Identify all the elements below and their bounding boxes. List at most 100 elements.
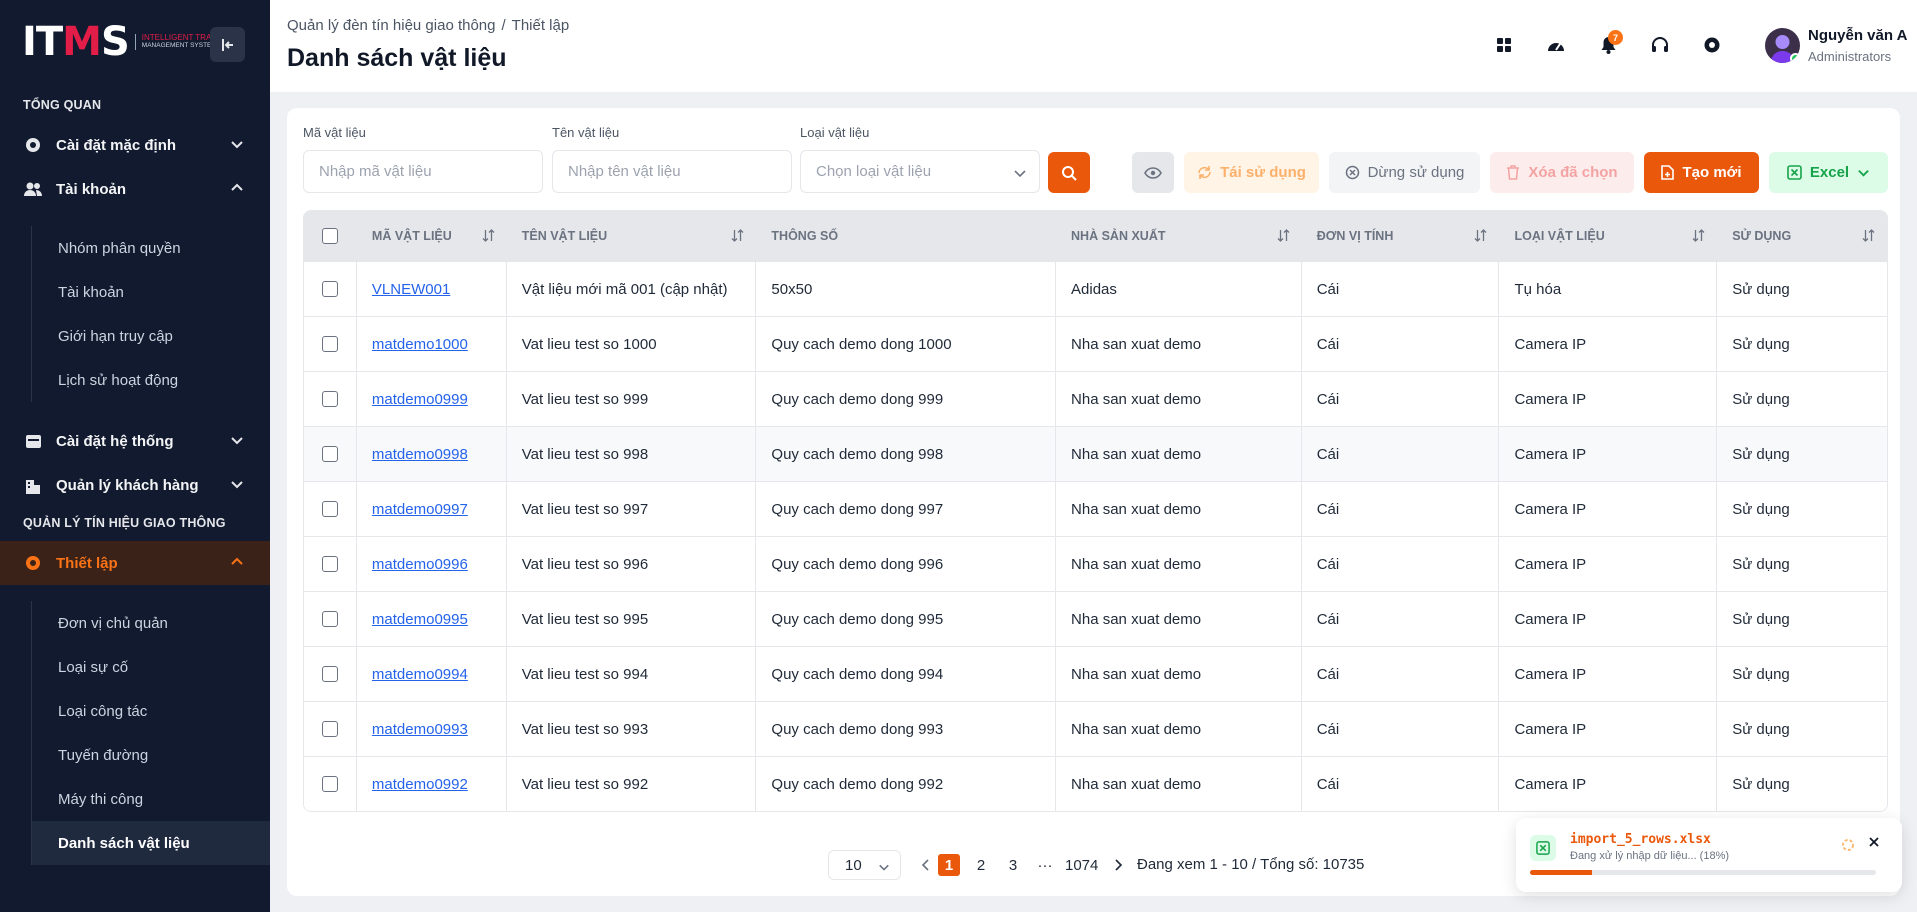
sidebar-item-permission-groups[interactable]: Nhóm phân quyền <box>31 226 270 270</box>
sidebar-item-setup[interactable]: Thiết lập <box>0 541 270 585</box>
sidebar-item-materials[interactable]: Danh sách vật liệu <box>31 821 270 865</box>
cell-name: Vat lieu test so 993 <box>507 702 757 756</box>
sort-icon[interactable] <box>482 229 495 242</box>
sidebar-item-accounts[interactable]: Tài khoản <box>0 167 270 211</box>
apps-button[interactable] <box>1487 28 1521 62</box>
page-3-button[interactable]: 3 <box>1002 854 1024 876</box>
sort-icon[interactable] <box>1862 229 1875 242</box>
page-size-value: 10 <box>845 856 862 874</box>
header-cell-status[interactable]: SỬ DỤNG <box>1717 211 1887 261</box>
material-code-link[interactable]: matdemo1000 <box>372 336 468 353</box>
sort-icon[interactable] <box>731 229 744 242</box>
sidebar-item-routes[interactable]: Tuyến đường <box>31 733 270 777</box>
table-row[interactable]: matdemo0993 Vat lieu test so 993 Quy cac… <box>304 701 1887 756</box>
close-icon[interactable] <box>1868 836 1880 848</box>
gear-icon <box>1704 37 1720 53</box>
support-button[interactable] <box>1643 28 1677 62</box>
header-cell-type[interactable]: LOẠI VẬT LIỆU <box>1499 211 1717 261</box>
material-code-link[interactable]: matdemo0994 <box>372 666 468 683</box>
avatar[interactable] <box>1765 28 1800 63</box>
row-checkbox[interactable] <box>321 611 338 627</box>
row-checkbox[interactable] <box>321 721 338 737</box>
sort-icon[interactable] <box>1277 229 1290 242</box>
breadcrumb-item-traffic-lights[interactable]: Quản lý đèn tín hiệu giao thông <box>287 17 496 34</box>
row-checkbox[interactable] <box>321 336 338 352</box>
dashboard-button[interactable] <box>1539 28 1573 62</box>
header-cell-manufacturer[interactable]: NHÀ SẢN XUẤT <box>1056 211 1302 261</box>
table-row[interactable]: matdemo0992 Vat lieu test so 992 Quy cac… <box>304 756 1887 811</box>
cell-status: Sử dụng <box>1732 390 1790 408</box>
table-row[interactable]: matdemo0996 Vat lieu test so 996 Quy cac… <box>304 536 1887 591</box>
sort-icon[interactable] <box>1474 229 1487 242</box>
page-size-select[interactable]: 10 <box>828 850 901 880</box>
table-row[interactable]: matdemo0994 Vat lieu test so 994 Quy cac… <box>304 646 1887 701</box>
cell-manufacturer: Nha san xuat demo <box>1056 757 1302 811</box>
material-code-link[interactable]: VLNEW001 <box>372 281 450 298</box>
material-code-link[interactable]: matdemo0997 <box>372 501 468 518</box>
breadcrumb-item-setup[interactable]: Thiết lập <box>512 17 570 34</box>
material-code-link[interactable]: matdemo0993 <box>372 721 468 738</box>
header-cell-unit[interactable]: ĐƠN VỊ TÍNH <box>1302 211 1500 261</box>
excel-button[interactable]: Excel <box>1769 152 1888 193</box>
sidebar-item-system-settings[interactable]: Cài đặt hệ thống <box>0 419 270 463</box>
sidebar: ITMS INTELLIGENT TRAFFIC MANAGEMENT SYST… <box>0 0 270 912</box>
sidebar-item-incident-types[interactable]: Loại sự cố <box>31 645 270 689</box>
sidebar-collapse-button[interactable] <box>210 27 245 62</box>
toggle-columns-button[interactable] <box>1132 152 1174 193</box>
table-row[interactable]: matdemo0998 Vat lieu test so 998 Quy cac… <box>304 426 1887 481</box>
sidebar-item-customers[interactable]: Quản lý khách hàng <box>0 463 270 507</box>
table-row[interactable]: matdemo1000 Vat lieu test so 1000 Quy ca… <box>304 316 1887 371</box>
sidebar-item-activity-history[interactable]: Lịch sử hoạt động <box>31 358 270 402</box>
sidebar-item-work-types[interactable]: Loại công tác <box>31 689 270 733</box>
material-type-select[interactable]: Chọn loại vật liệu <box>800 150 1040 193</box>
sidebar-item-accounts-list[interactable]: Tài khoản <box>31 270 270 314</box>
table-row[interactable]: matdemo0997 Vat lieu test so 997 Quy cac… <box>304 481 1887 536</box>
search-button[interactable] <box>1048 152 1090 193</box>
row-checkbox[interactable] <box>321 446 338 462</box>
material-code-link[interactable]: matdemo0999 <box>372 391 468 408</box>
page-ellipsis[interactable]: ··· <box>1034 854 1056 876</box>
row-select-cell <box>304 372 357 426</box>
material-name-input[interactable] <box>552 150 792 193</box>
page-1-button[interactable]: 1 <box>938 854 960 876</box>
cell-type: Camera IP <box>1499 702 1718 756</box>
row-checkbox[interactable] <box>321 281 338 297</box>
delete-selected-button[interactable]: Xóa đã chọn <box>1490 152 1634 193</box>
table-row[interactable]: VLNEW001 Vật liệu mới mã 001 (cập nhật) … <box>304 261 1887 316</box>
next-page-button[interactable] <box>1107 854 1129 876</box>
notifications-button[interactable]: 7 <box>1591 28 1625 62</box>
prev-page-button[interactable] <box>915 854 937 876</box>
material-code-link[interactable]: matdemo0995 <box>372 611 468 628</box>
row-checkbox[interactable] <box>321 776 338 792</box>
select-all-checkbox[interactable] <box>322 228 339 244</box>
table-row[interactable]: matdemo0995 Vat lieu test so 995 Quy cac… <box>304 591 1887 646</box>
settings-button[interactable] <box>1695 28 1729 62</box>
row-checkbox[interactable] <box>321 391 338 407</box>
row-select-cell <box>304 317 357 371</box>
sidebar-item-managing-units[interactable]: Đơn vị chủ quản <box>31 601 270 645</box>
table-row[interactable]: matdemo0999 Vat lieu test so 999 Quy cac… <box>304 371 1887 426</box>
material-code-link[interactable]: matdemo0996 <box>372 556 468 573</box>
sort-icon[interactable] <box>1692 229 1705 242</box>
row-checkbox[interactable] <box>321 666 338 682</box>
sidebar-item-access-limit[interactable]: Giới hạn truy cập <box>31 314 270 358</box>
page-2-button[interactable]: 2 <box>970 854 992 876</box>
row-checkbox[interactable] <box>321 501 338 517</box>
material-code-link[interactable]: matdemo0992 <box>372 776 468 793</box>
header-cell-name[interactable]: TÊN VẬT LIỆU <box>507 211 757 261</box>
row-select-cell <box>304 647 357 701</box>
cell-status: Sử dụng <box>1732 720 1790 738</box>
cell-code: matdemo0997 <box>357 482 507 536</box>
sidebar-item-default-settings[interactable]: Cài đặt mặc định <box>0 123 270 167</box>
header-cell-code[interactable]: MÃ VẬT LIỆU <box>357 211 507 261</box>
create-new-button[interactable]: Tạo mới <box>1644 152 1759 193</box>
material-code-input[interactable] <box>303 150 543 193</box>
reuse-button[interactable]: Tái sử dụng <box>1184 152 1319 193</box>
stop-using-button[interactable]: Dừng sử dụng <box>1329 152 1480 193</box>
last-page-button[interactable]: 1074 <box>1065 854 1098 876</box>
cell-manufacturer: Nha san xuat demo <box>1056 372 1302 426</box>
sidebar-item-machines[interactable]: Máy thi công <box>31 777 270 821</box>
row-checkbox[interactable] <box>321 556 338 572</box>
material-code-link[interactable]: matdemo0998 <box>372 446 468 463</box>
user-name[interactable]: Nguyễn văn A <box>1808 27 1907 44</box>
